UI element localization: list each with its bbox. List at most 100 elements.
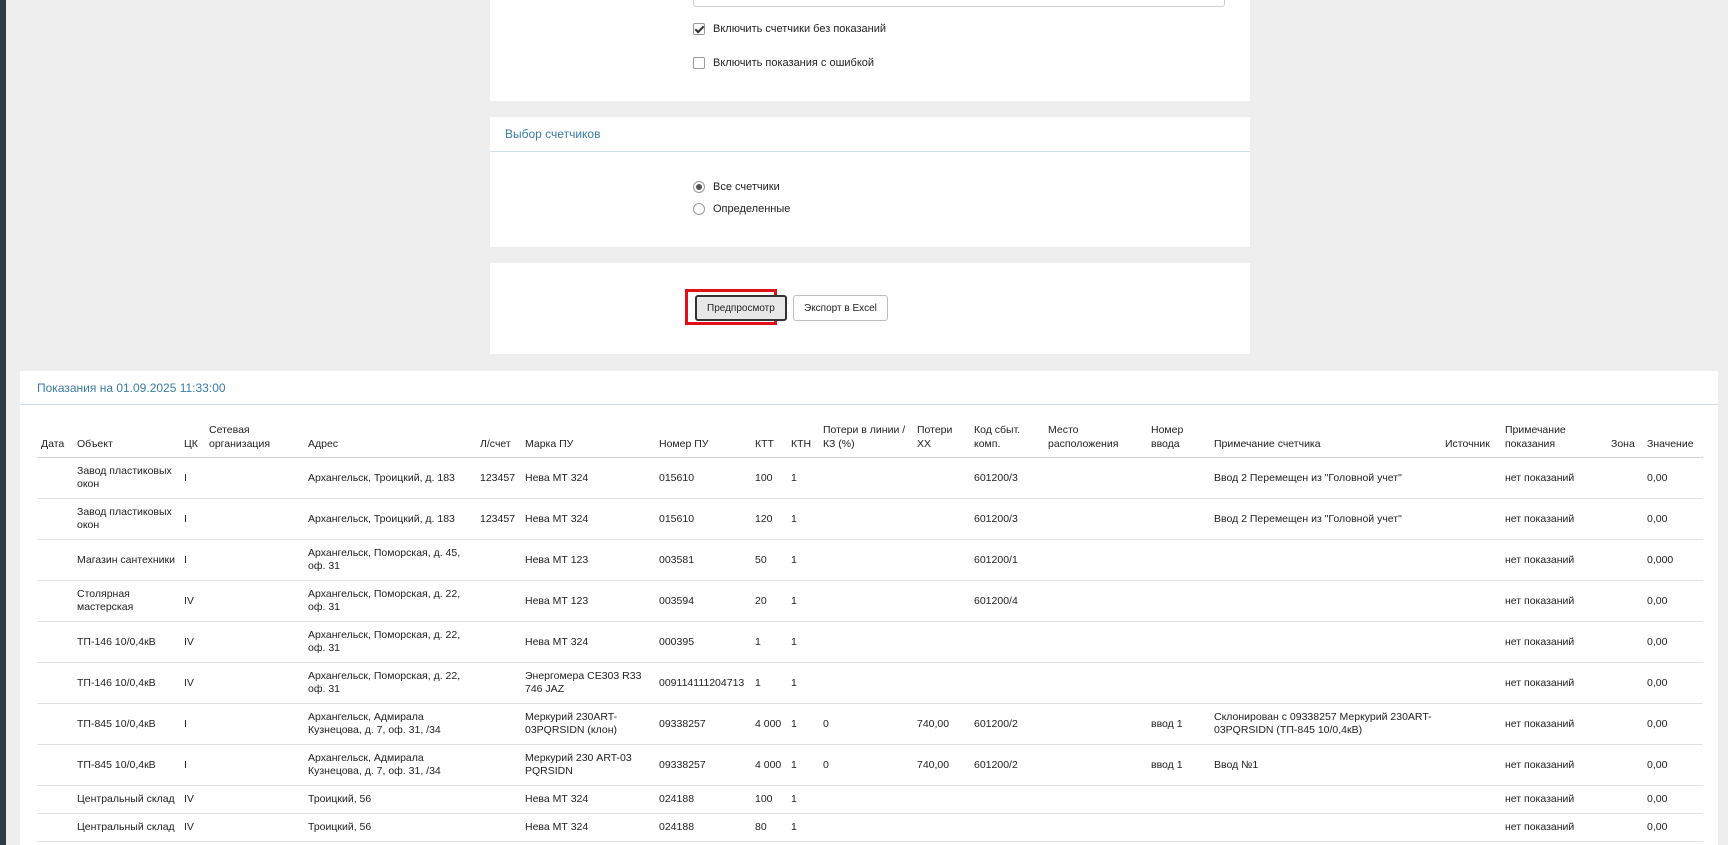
table-cell — [913, 539, 970, 581]
table-cell — [37, 580, 73, 622]
table-cell: ввод 1 — [1147, 744, 1210, 786]
table-cell: Архангельск, Адмирала Кузнецова, д. 7, о… — [304, 744, 476, 786]
table-cell — [37, 539, 73, 581]
column-header[interactable]: КТН — [787, 423, 819, 458]
table-cell — [1210, 662, 1441, 704]
table-cell: нет показаний — [1501, 813, 1607, 842]
preview-button[interactable]: Предпросмотр — [695, 295, 787, 321]
table-row[interactable]: ТП-146 10/0,4кВ IV Архангельск, Поморская,… — [37, 621, 1703, 663]
table-cell — [1607, 744, 1643, 786]
table-cell: 0,00 — [1643, 621, 1703, 663]
table-cell: Архангельск, Адмирала Кузнецова, д. 7, о… — [304, 703, 476, 745]
column-header[interactable]: Марка ПУ — [521, 423, 655, 458]
table-cell: Нева МТ 324 — [521, 498, 655, 540]
table-cell — [913, 785, 970, 814]
table-cell: 601200/3 — [970, 498, 1044, 540]
table-cell: 0,00 — [1643, 498, 1703, 540]
table-cell: Завод пластиковых окон — [73, 457, 180, 499]
table-cell — [205, 580, 304, 622]
table-cell: ТП-146 10/0,4кВ — [73, 662, 180, 704]
column-header[interactable]: Номер ввода — [1147, 423, 1210, 458]
table-cell: 015610 — [655, 498, 751, 540]
table-cell: Архангельск, Троицкий, д. 183 — [304, 498, 476, 540]
table-row[interactable]: ТП-146 10/0,4кВ IV Архангельск, Поморская,… — [37, 662, 1703, 704]
table-cell — [1441, 580, 1501, 622]
table-cell — [37, 813, 73, 842]
include-no-readings-checkbox[interactable] — [693, 23, 705, 35]
table-cell — [1044, 813, 1147, 842]
all-meters-radio[interactable] — [693, 181, 705, 193]
column-header[interactable]: КТТ — [751, 423, 787, 458]
table-row[interactable]: Магазин сантехники I Архангельск, Поморска… — [37, 539, 1703, 581]
table-cell — [476, 744, 521, 786]
column-header[interactable]: Примечание счетчика — [1210, 423, 1441, 458]
table-cell — [1607, 813, 1643, 842]
column-header[interactable]: Зона — [1607, 423, 1643, 458]
column-header[interactable]: Л/счет — [476, 423, 521, 458]
table-cell: 024188 — [655, 785, 751, 814]
table-cell: нет показаний — [1501, 580, 1607, 622]
table-cell: нет показаний — [1501, 498, 1607, 540]
table-row[interactable]: Завод пластиковых окон I Архангельск, Трои… — [37, 457, 1703, 499]
table-cell — [205, 744, 304, 786]
table-cell — [1147, 785, 1210, 814]
column-header[interactable]: ЦК — [180, 423, 205, 458]
table-row[interactable]: ТП-845 10/0,4кВ I Архангельск, Адмирала Ку… — [37, 744, 1703, 786]
table-cell: нет показаний — [1501, 785, 1607, 814]
table-cell: Завод пластиковых окон — [73, 498, 180, 540]
table-cell — [205, 498, 304, 540]
include-no-readings-row[interactable]: Включить счетчики без показаний — [693, 23, 886, 35]
table-cell — [205, 662, 304, 704]
table-cell: Архангельск, Поморская, д. 22, оф. 31 — [304, 621, 476, 663]
table-cell: Столярная мастерская — [73, 580, 180, 622]
table-cell — [205, 539, 304, 581]
column-header[interactable]: Значение — [1643, 423, 1703, 458]
table-cell — [819, 539, 913, 581]
column-header[interactable]: Номер ПУ — [655, 423, 751, 458]
column-header[interactable]: Место расположения — [1044, 423, 1147, 458]
column-header[interactable]: Объект — [73, 423, 180, 458]
column-header[interactable]: Адрес — [304, 423, 476, 458]
table-cell: 1 — [787, 457, 819, 499]
table-cell: 601200/4 — [970, 580, 1044, 622]
table-cell: 1 — [787, 813, 819, 842]
table-cell: 0,00 — [1643, 580, 1703, 622]
table-row[interactable]: Завод пластиковых окон I Архангельск, Трои… — [37, 498, 1703, 540]
include-errors-checkbox[interactable] — [693, 57, 705, 69]
table-cell: 20 — [751, 580, 787, 622]
column-header[interactable]: Источник — [1441, 423, 1501, 458]
table-cell: 1 — [787, 621, 819, 663]
table-cell — [1441, 498, 1501, 540]
table-cell: Троицкий, 56 — [304, 785, 476, 814]
table-row[interactable]: ТП-845 10/0,4кВ I Архангельск, Адмирала Ку… — [37, 703, 1703, 745]
column-header[interactable]: Примечание показания — [1501, 423, 1607, 458]
column-header[interactable]: Потери ХХ — [913, 423, 970, 458]
divider — [490, 151, 1250, 152]
table-cell: Архангельск, Поморская, д. 22, оф. 31 — [304, 580, 476, 622]
column-header[interactable]: Потери в линии / КЗ (%) — [819, 423, 913, 458]
column-header[interactable]: Дата — [37, 423, 73, 458]
table-cell — [1210, 785, 1441, 814]
filter-input[interactable] — [693, 0, 1225, 7]
table-cell: ввод 1 — [1147, 703, 1210, 745]
all-meters-option[interactable]: Все счетчики — [693, 181, 780, 193]
column-header[interactable]: Сетевая организация — [205, 423, 304, 458]
specific-meters-label: Определенные — [713, 203, 791, 215]
table-cell — [970, 813, 1044, 842]
table-cell — [1044, 621, 1147, 663]
export-excel-button[interactable]: Экспорт в Excel — [793, 295, 888, 321]
table-cell: 1 — [787, 744, 819, 786]
table-row[interactable]: Центральный склад IV Троицкий, 56 Нева МТ 3… — [37, 785, 1703, 814]
table-cell — [970, 621, 1044, 663]
table-cell — [819, 621, 913, 663]
specific-meters-radio[interactable] — [693, 203, 705, 215]
table-row[interactable]: Столярная мастерская IV Архангельск, Помор… — [37, 580, 1703, 622]
table-cell — [1441, 813, 1501, 842]
table-cell: 0,00 — [1643, 785, 1703, 814]
specific-meters-option[interactable]: Определенные — [693, 203, 790, 215]
column-header[interactable]: Код сбыт. комп. — [970, 423, 1044, 458]
table-cell — [205, 703, 304, 745]
table-row[interactable]: Центральный склад IV Троицкий, 56 Нева МТ 3… — [37, 813, 1703, 842]
include-errors-row[interactable]: Включить показания с ошибкой — [693, 57, 874, 69]
table-cell — [1441, 785, 1501, 814]
